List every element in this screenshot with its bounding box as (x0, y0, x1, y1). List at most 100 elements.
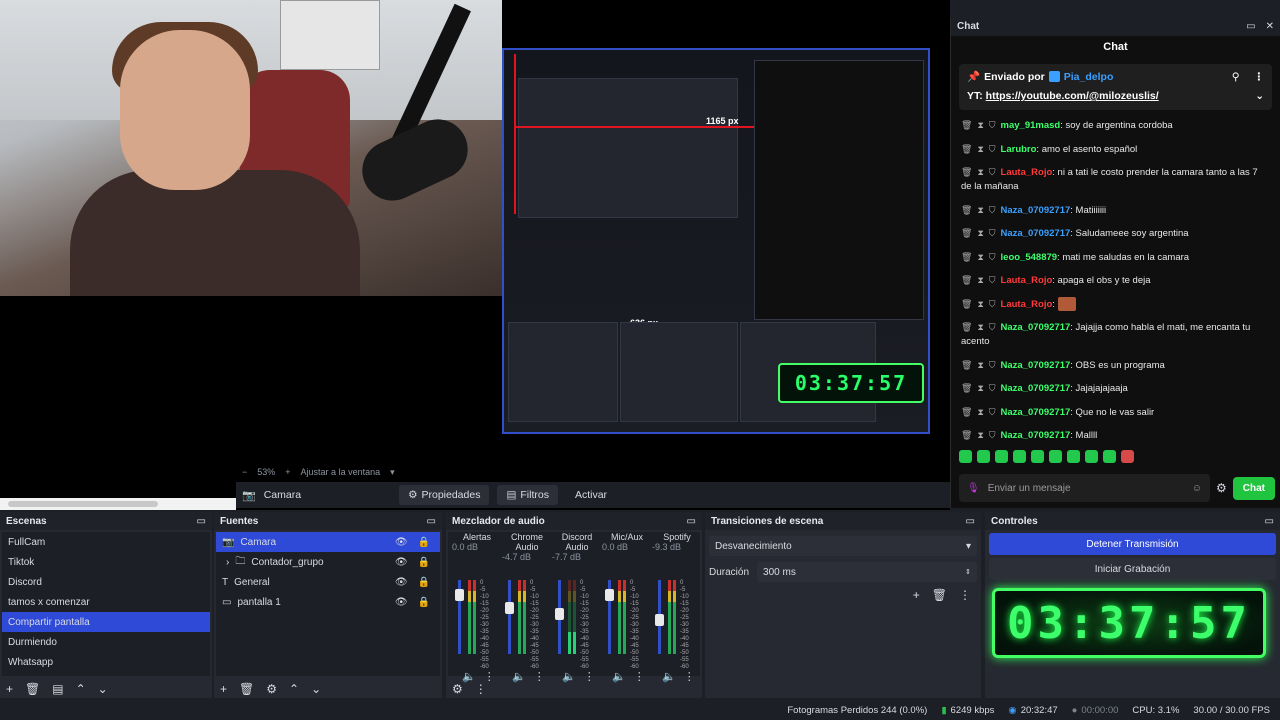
trash-icon[interactable]: 🗑 (25, 682, 40, 696)
chat-username[interactable]: Naza_07092717 (1001, 360, 1071, 371)
eye-icon[interactable]: 👁 (395, 577, 408, 588)
emote-icon[interactable] (1121, 450, 1134, 463)
delete-icon[interactable]: 🗑 (961, 275, 972, 285)
emote-icon[interactable] (1049, 450, 1062, 463)
timeout-icon[interactable]: ⧗ (977, 299, 983, 309)
float-dock-icon[interactable]: ▭ (1246, 21, 1255, 33)
fader-knob[interactable] (555, 607, 564, 620)
scene-item[interactable]: Compartir pantalla (2, 612, 210, 632)
chat-username[interactable]: Naza_07092717 (1001, 205, 1071, 216)
emote-icon[interactable] (977, 450, 990, 463)
emote-icon[interactable] (995, 450, 1008, 463)
chat-send-button[interactable]: Chat (1232, 476, 1275, 500)
eye-icon[interactable]: 👁 (395, 597, 408, 608)
timeout-icon[interactable]: ⧗ (977, 383, 983, 393)
chat-username[interactable]: may_91masd (1001, 120, 1061, 131)
speaker-icon[interactable]: 🔈 (612, 670, 626, 683)
delete-icon[interactable]: 🗑 (961, 407, 972, 417)
move-down-icon[interactable]: ⌄ (311, 682, 321, 696)
zoom-out-icon[interactable]: − (242, 467, 247, 477)
stop-stream-button[interactable]: Detener Transmisión (989, 533, 1276, 555)
float-dock-icon[interactable]: ▭ (1265, 516, 1274, 527)
speaker-icon[interactable]: 🔈 (512, 670, 526, 683)
eye-icon[interactable]: 👁 (395, 537, 408, 548)
delete-icon[interactable]: 🗑 (961, 167, 972, 177)
source-item[interactable]: › 🗀 Contador_grupo 👁 🔒 (216, 552, 440, 572)
delete-icon[interactable]: 🗑 (961, 205, 972, 215)
scene-item[interactable]: tamos x comenzar (2, 592, 210, 612)
emote-icon[interactable] (1013, 450, 1026, 463)
transition-select[interactable]: Desvanecimiento ▾ (709, 536, 977, 556)
expand-icon[interactable]: › (226, 557, 229, 568)
timeout-icon[interactable]: ⧗ (977, 430, 983, 440)
emote-icon[interactable] (1085, 450, 1098, 463)
fader-knob[interactable] (605, 589, 614, 602)
filters-button[interactable]: ▤ Filtros (497, 485, 558, 505)
add-icon[interactable]: + (913, 588, 920, 602)
delete-icon[interactable]: 🗑 (961, 228, 972, 238)
chat-username[interactable]: Lauta_Rojo (1001, 167, 1053, 178)
delete-icon[interactable]: 🗑 (961, 144, 972, 154)
scene-item[interactable]: FullCam (2, 532, 210, 552)
more-icon[interactable]: ⋮ (684, 670, 695, 683)
emoji-icon[interactable]: ☺ (1192, 483, 1202, 494)
emote-icon[interactable] (1031, 450, 1044, 463)
timeout-icon[interactable]: ⧗ (977, 120, 983, 130)
duration-spinbox[interactable]: 300 ms ⇕ (757, 562, 977, 582)
delete-icon[interactable]: 🗑 (961, 299, 972, 309)
speaker-icon[interactable]: 🔈 (562, 670, 576, 683)
zoom-in-icon[interactable]: + (285, 467, 290, 477)
timeout-icon[interactable]: ⧗ (977, 205, 983, 215)
timeout-icon[interactable]: ⧗ (977, 322, 983, 332)
delete-icon[interactable]: 🗑 (961, 120, 972, 130)
chat-username[interactable]: leoo_548879 (1001, 252, 1058, 263)
chat-input[interactable]: 🎙 Enviar un mensaje ☺ (959, 474, 1210, 502)
timeout-icon[interactable]: ⧗ (977, 228, 983, 238)
chat-username[interactable]: Naza_07092717 (1001, 407, 1071, 418)
timeout-icon[interactable]: ⧗ (977, 360, 983, 370)
chevron-down-icon[interactable]: ⌄ (1255, 90, 1264, 102)
delete-icon[interactable]: 🗑 (961, 322, 972, 332)
add-icon[interactable]: + (220, 682, 227, 696)
fader-knob[interactable] (505, 601, 514, 614)
unpin-icon[interactable]: ⚲ (1232, 71, 1240, 83)
speaker-icon[interactable]: 🔈 (462, 670, 476, 683)
float-dock-icon[interactable]: ▭ (687, 516, 696, 527)
delete-icon[interactable]: 🗑 (961, 430, 972, 440)
eye-icon[interactable]: 👁 (395, 557, 408, 568)
more-icon[interactable]: ⋮ (484, 670, 495, 683)
scene-item[interactable]: Whatsapp (2, 652, 210, 672)
scene-item[interactable]: Durmiendo (2, 632, 210, 652)
scene-item[interactable]: Tiktok (2, 552, 210, 572)
chat-username[interactable]: Larubro (1001, 144, 1037, 155)
float-dock-icon[interactable]: ▭ (197, 516, 206, 527)
more-icon[interactable]: ⋮ (959, 588, 971, 602)
float-dock-icon[interactable]: ▭ (966, 516, 975, 527)
chat-username[interactable]: Lauta_Rojo (1001, 275, 1053, 286)
delete-icon[interactable]: 🗑 (961, 252, 972, 262)
trash-icon[interactable]: 🗑 (932, 588, 947, 602)
more-icon[interactable]: ⋮ (634, 670, 645, 683)
add-icon[interactable]: + (6, 682, 13, 696)
chat-username[interactable]: Naza_07092717 (1001, 430, 1071, 441)
speaker-icon[interactable]: 🔈 (662, 670, 676, 683)
settings-icon[interactable]: ⚙ (1216, 481, 1227, 495)
move-up-icon[interactable]: ⌃ (289, 682, 299, 696)
more-icon[interactable]: ⋮ (1254, 71, 1265, 83)
chat-username[interactable]: Naza_07092717 (1001, 228, 1071, 239)
timeout-icon[interactable]: ⧗ (977, 144, 983, 154)
horizontal-scrollbar[interactable] (0, 498, 236, 510)
fader-knob[interactable] (655, 614, 664, 627)
close-icon[interactable]: ✕ (1266, 21, 1274, 33)
zoom-mode-chevron-icon[interactable]: ▾ (390, 467, 395, 478)
source-item[interactable]: T General 👁 🔒 (216, 572, 440, 592)
preview-canvas[interactable]: 1165 px 636 px 03:37:57 − 53% + Ajustar … (0, 0, 950, 510)
source-item[interactable]: 📷 Camara 👁 🔒 (216, 532, 440, 552)
pinned-link[interactable]: https://youtube.com/@milozeuslis/ (986, 90, 1159, 102)
lock-icon[interactable]: 🔒 (418, 597, 430, 608)
more-icon[interactable]: ⋮ (584, 670, 595, 683)
timeout-icon[interactable]: ⧗ (977, 252, 983, 262)
timeout-icon[interactable]: ⧗ (977, 167, 983, 177)
lock-icon[interactable]: 🔒 (418, 557, 430, 568)
timeout-icon[interactable]: ⧗ (977, 407, 983, 417)
